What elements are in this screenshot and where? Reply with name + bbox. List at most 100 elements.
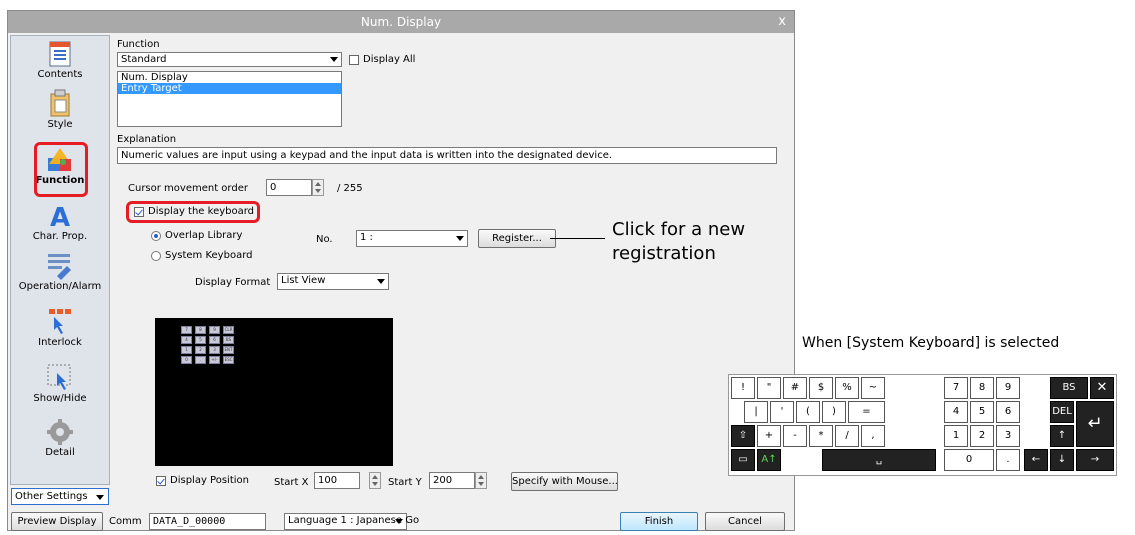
- function-listbox[interactable]: Num. Display Entry Target: [117, 71, 342, 127]
- key[interactable]: ": [757, 377, 781, 399]
- display-format-label: Display Format: [195, 277, 271, 288]
- function-highlight: [34, 142, 88, 197]
- overlap-library-label: Overlap Library: [165, 230, 243, 241]
- overlap-library-radio[interactable]: [151, 231, 161, 241]
- sidebar-item-label: Detail: [45, 447, 75, 458]
- sidebar-item-contents[interactable]: Contents: [11, 40, 109, 80]
- cursor-order-stepper[interactable]: [312, 179, 324, 196]
- preview-key: 6: [209, 336, 220, 344]
- contents-icon: [49, 41, 71, 67]
- key[interactable]: -: [783, 425, 807, 447]
- key[interactable]: .: [996, 449, 1020, 471]
- key[interactable]: 6: [996, 401, 1020, 423]
- start-y-stepper[interactable]: [475, 472, 487, 489]
- key[interactable]: 2: [970, 425, 994, 447]
- other-settings-label: Other Settings: [15, 491, 88, 502]
- operation-alarm-icon: [48, 254, 71, 280]
- delete-key[interactable]: DEL: [1050, 401, 1074, 423]
- display-format-select[interactable]: List View: [277, 273, 389, 290]
- specify-with-mouse-button[interactable]: Specify with Mouse...: [511, 472, 618, 491]
- cancel-button[interactable]: Cancel: [705, 512, 785, 531]
- close-icon[interactable]: ✕: [1090, 377, 1114, 399]
- key[interactable]: !: [731, 377, 755, 399]
- sidebar-item-label: Style: [47, 119, 73, 130]
- start-y-label: Start Y: [388, 477, 422, 488]
- shift-key[interactable]: ⇧: [731, 425, 755, 447]
- key[interactable]: %: [835, 377, 859, 399]
- finish-button[interactable]: Finish: [620, 512, 698, 531]
- key[interactable]: ~: [861, 377, 885, 399]
- backspace-key[interactable]: BS: [1050, 377, 1088, 399]
- sidebar-item-label: Operation/Alarm: [18, 281, 102, 292]
- caps-key[interactable]: A↑: [757, 449, 781, 471]
- other-settings-dropdown[interactable]: Other Settings: [11, 488, 109, 505]
- key[interactable]: 8: [970, 377, 994, 399]
- key[interactable]: /: [835, 425, 859, 447]
- system-keyboard-radio[interactable]: [151, 251, 161, 261]
- key[interactable]: 0: [944, 449, 994, 471]
- key[interactable]: *: [809, 425, 833, 447]
- enter-key[interactable]: ↵: [1076, 401, 1114, 447]
- language-select[interactable]: Language 1 : Japanese Go: [284, 513, 419, 530]
- comm-field[interactable]: DATA_D_00000: [149, 513, 266, 530]
- start-y-input[interactable]: 200: [429, 472, 475, 489]
- arrow-up-key[interactable]: ↑: [1050, 425, 1074, 447]
- space-key[interactable]: ␣: [822, 449, 936, 471]
- arrow-down-key[interactable]: ↓: [1050, 449, 1074, 471]
- keyboard-no-select[interactable]: 1 :: [356, 230, 468, 247]
- key[interactable]: ): [822, 401, 846, 423]
- preview-display-button[interactable]: Preview Display: [11, 512, 103, 531]
- key[interactable]: 7: [944, 377, 968, 399]
- close-icon[interactable]: x: [778, 11, 786, 33]
- sidebar-item-interlock[interactable]: Interlock: [11, 306, 109, 348]
- function-selected-value: Standard: [121, 54, 167, 65]
- list-item[interactable]: Entry Target: [118, 83, 341, 94]
- display-all-checkbox[interactable]: [349, 55, 359, 65]
- key[interactable]: ': [770, 401, 794, 423]
- sidebar-item-label: Show/Hide: [33, 393, 87, 404]
- keyboard-toggle-key[interactable]: ▭: [731, 449, 755, 471]
- key[interactable]: 1: [944, 425, 968, 447]
- sidebar-item-label: Interlock: [38, 337, 82, 348]
- display-position-checkbox[interactable]: [156, 476, 166, 486]
- start-x-stepper[interactable]: [369, 472, 381, 489]
- key[interactable]: |: [744, 401, 768, 423]
- start-y-value: 200: [433, 475, 453, 486]
- key[interactable]: #: [783, 377, 807, 399]
- key[interactable]: (: [796, 401, 820, 423]
- style-icon: [50, 89, 70, 117]
- register-button[interactable]: Register...: [478, 229, 556, 248]
- key[interactable]: $: [809, 377, 833, 399]
- no-label: No.: [316, 234, 333, 245]
- sidebar-item-style[interactable]: Style: [11, 88, 109, 130]
- list-item[interactable]: Num. Display: [118, 72, 341, 83]
- sidebar-item-char-prop[interactable]: A Char. Prop.: [11, 202, 109, 242]
- key[interactable]: 9: [996, 377, 1020, 399]
- key[interactable]: +: [757, 425, 781, 447]
- key[interactable]: =: [848, 401, 885, 423]
- key[interactable]: 4: [944, 401, 968, 423]
- mini-keypad: 7 8 9 CLR 4 5 6 BS 1 2 3 ENT 0. +/- ESC: [181, 326, 243, 370]
- comm-value: DATA_D_00000: [153, 516, 226, 527]
- window-title: Num. Display: [360, 15, 442, 29]
- key[interactable]: ,: [861, 425, 885, 447]
- cursor-order-value: 0: [270, 182, 277, 193]
- start-x-input[interactable]: 100: [314, 472, 360, 489]
- cursor-order-input[interactable]: 0: [266, 179, 312, 196]
- sidebar-item-detail[interactable]: Detail: [11, 418, 109, 458]
- key[interactable]: 5: [970, 401, 994, 423]
- function-label: Function: [117, 39, 160, 50]
- function-select[interactable]: Standard: [117, 52, 342, 67]
- start-x-label: Start X: [274, 477, 309, 488]
- arrow-right-key[interactable]: →: [1076, 449, 1114, 471]
- system-keyboard: ! " # $ % ~ 7 8 9 BS ✕ | ' ( ) = 4 5 6 D…: [728, 374, 1117, 476]
- sidebar-item-show-hide[interactable]: Show/Hide: [11, 362, 109, 404]
- sidebar-item-operation-alarm[interactable]: Operation/Alarm: [11, 250, 109, 292]
- display-format-value: List View: [281, 275, 326, 286]
- callout-line: [550, 238, 605, 239]
- arrow-left-key[interactable]: ←: [1024, 449, 1048, 471]
- preview-key: 8: [195, 326, 206, 334]
- start-x-value: 100: [318, 475, 338, 486]
- keyboard-no-value: 1 :: [360, 232, 373, 243]
- key[interactable]: 3: [996, 425, 1020, 447]
